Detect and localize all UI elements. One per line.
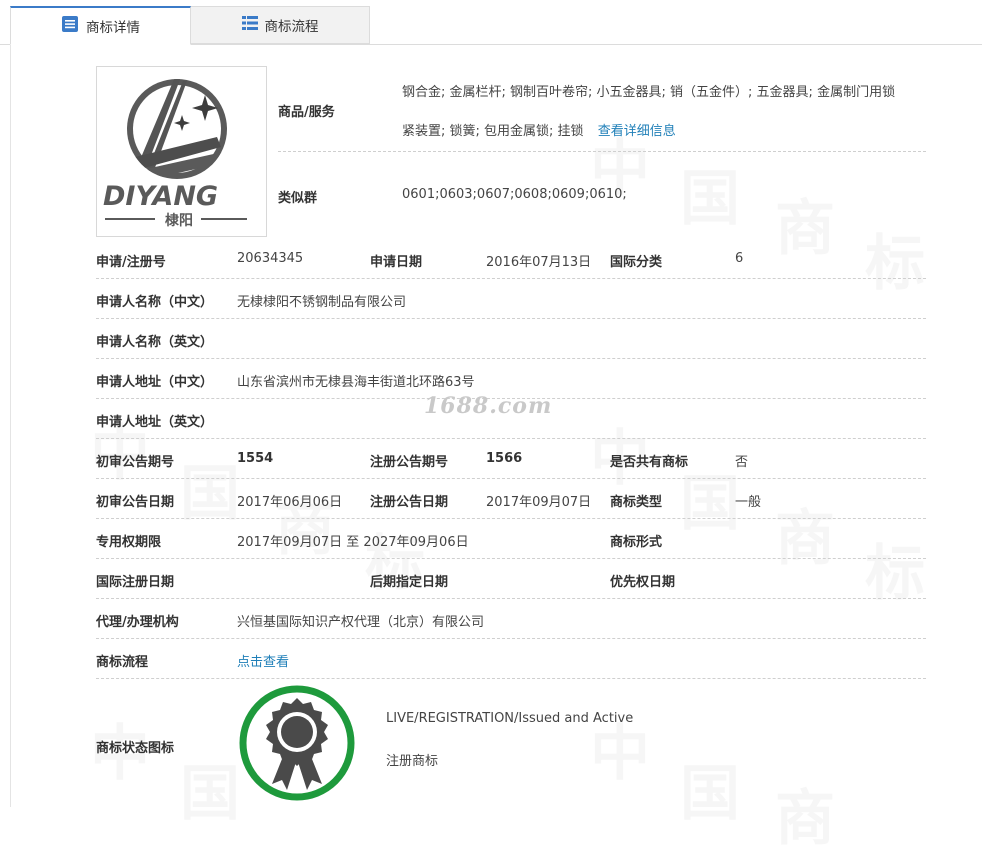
status-badge-icon bbox=[238, 684, 356, 802]
tm-type-value: 一般 bbox=[735, 495, 762, 510]
divider bbox=[96, 558, 926, 559]
flow-label: 商标流程 bbox=[96, 655, 149, 670]
reg-pub-date-value: 2017年09月07日 bbox=[486, 495, 592, 510]
goods-line-2-text: 紧装置; 锁簧; 包用金属锁; 挂锁 bbox=[402, 124, 584, 139]
prelim-date-label: 初审公告日期 bbox=[96, 495, 175, 510]
divider bbox=[96, 638, 926, 639]
applicant-cn-label: 申请人名称（中文） bbox=[96, 295, 214, 310]
tab-trademark-details[interactable]: 商标详情 bbox=[10, 6, 191, 45]
app-date-label: 申请日期 bbox=[370, 255, 423, 270]
divider bbox=[96, 478, 926, 479]
reg-no-value: 20634345 bbox=[237, 251, 304, 266]
status-text-en: LIVE/REGISTRATION/Issued and Active bbox=[386, 711, 634, 726]
view-details-link[interactable]: 查看详细信息 bbox=[598, 124, 676, 139]
divider bbox=[96, 598, 926, 599]
logo-subtext: 棣阳 bbox=[165, 212, 193, 229]
intl-reg-date-label: 国际注册日期 bbox=[96, 575, 175, 590]
reg-pub-no-label: 注册公告期号 bbox=[370, 455, 449, 470]
agent-value: 兴恒基国际知识产权代理（北京）有限公司 bbox=[237, 615, 485, 630]
address-cn-value: 山东省滨州市无棣县海丰街道北环路63号 bbox=[237, 375, 475, 390]
divider bbox=[278, 151, 926, 152]
tab-label: 商标流程 bbox=[264, 19, 319, 35]
shared-value: 否 bbox=[735, 455, 749, 470]
prelim-date-value: 2017年06月06日 bbox=[237, 495, 343, 510]
list-icon bbox=[241, 15, 258, 35]
intl-class-label: 国际分类 bbox=[610, 255, 663, 270]
exclusive-value: 2017年09月07日 至 2027年09月06日 bbox=[237, 535, 469, 550]
address-en-label: 申请人地址（英文） bbox=[96, 415, 214, 430]
document-icon bbox=[61, 15, 79, 37]
agent-label: 代理/办理机构 bbox=[96, 615, 179, 630]
address-cn-label: 申请人地址（中文） bbox=[96, 375, 214, 390]
reg-pub-no-value: 1566 bbox=[486, 451, 523, 466]
tab-label: 商标详情 bbox=[86, 20, 140, 36]
prelim-no-value: 1554 bbox=[237, 451, 274, 466]
view-flow-link[interactable]: 点击查看 bbox=[237, 651, 289, 670]
intl-class-value: 6 bbox=[735, 251, 744, 266]
tm-type-label: 商标类型 bbox=[610, 495, 663, 510]
divider bbox=[96, 278, 926, 279]
similar-group-label: 类似群 bbox=[278, 191, 318, 206]
tab-trademark-flow[interactable]: 商标流程 bbox=[191, 6, 370, 44]
divider bbox=[96, 438, 926, 439]
applicant-en-label: 申请人名称（英文） bbox=[96, 335, 214, 350]
divider bbox=[96, 678, 926, 679]
goods-label: 商品/服务 bbox=[278, 105, 335, 120]
shared-label: 是否共有商标 bbox=[610, 455, 689, 470]
prelim-no-label: 初审公告期号 bbox=[96, 455, 175, 470]
status-label: 商标状态图标 bbox=[96, 741, 175, 756]
similar-group-value: 0601;0603;0607;0608;0609;0610; bbox=[402, 187, 627, 202]
logo-wordmark: DIYANG bbox=[103, 181, 218, 212]
priority-date-label: 优先权日期 bbox=[610, 575, 676, 590]
later-date-label: 后期指定日期 bbox=[370, 575, 449, 590]
status-text-cn: 注册商标 bbox=[386, 754, 439, 769]
divider bbox=[96, 518, 926, 519]
goods-line-1: 钢合金; 金属栏杆; 钢制百叶卷帘; 小五金器具; 销（五金件）; 五金器具; … bbox=[402, 85, 896, 100]
trademark-image: DIYANG 棣阳 bbox=[96, 66, 267, 237]
goods-line-2: 紧装置; 锁簧; 包用金属锁; 挂锁 查看详细信息 bbox=[402, 120, 676, 139]
reg-pub-date-label: 注册公告日期 bbox=[370, 495, 449, 510]
divider bbox=[96, 318, 926, 319]
tab-bar: 商标详情 商标流程 bbox=[0, 0, 982, 45]
app-date-value: 2016年07月13日 bbox=[486, 255, 592, 270]
divider bbox=[96, 358, 926, 359]
applicant-cn-value: 无棣棣阳不锈钢制品有限公司 bbox=[237, 295, 407, 310]
tm-form-label: 商标形式 bbox=[610, 535, 663, 550]
site-watermark: 1688.com bbox=[424, 393, 553, 419]
exclusive-label: 专用权期限 bbox=[96, 535, 162, 550]
reg-no-label: 申请/注册号 bbox=[96, 255, 166, 270]
